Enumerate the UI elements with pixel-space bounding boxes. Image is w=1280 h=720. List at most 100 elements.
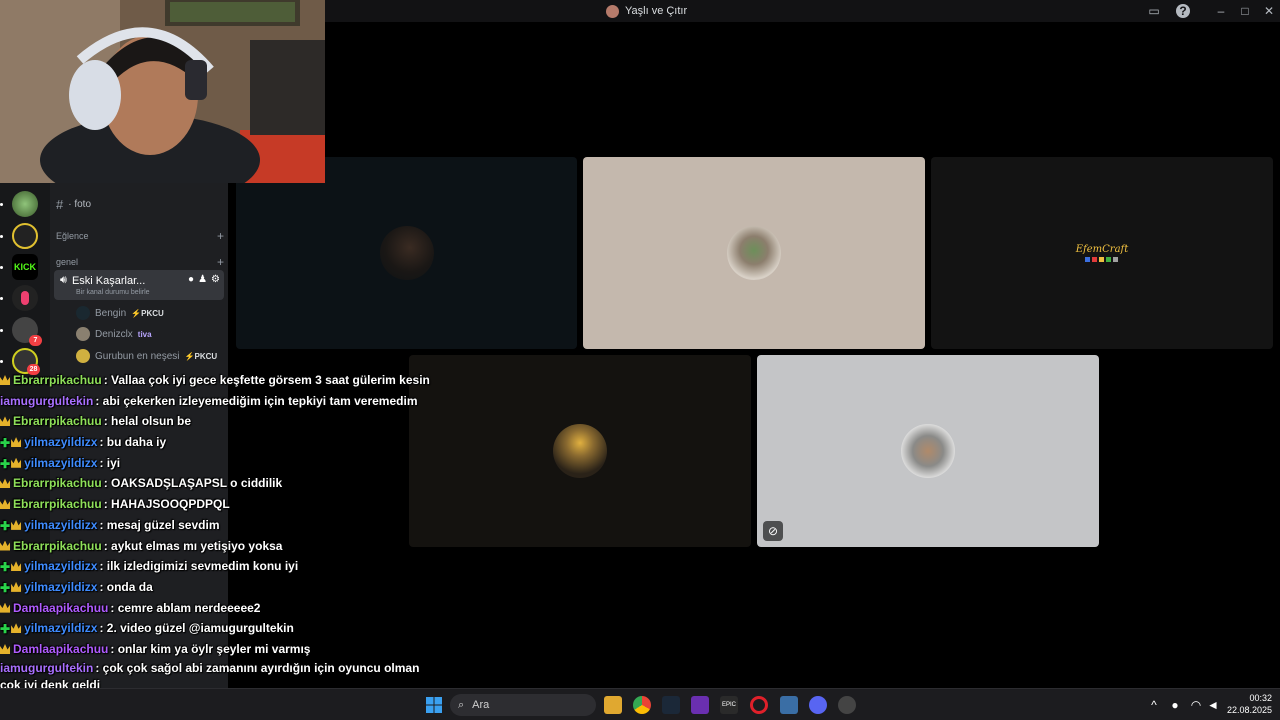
- voice-status[interactable]: Bir kanal durumu belirle: [76, 289, 150, 296]
- epic-games-icon[interactable]: EPIC: [720, 696, 738, 714]
- gaming-server-icon[interactable]: [12, 223, 38, 249]
- chat-text: : aykut elmas mı yetişiyo yoksa: [103, 538, 283, 553]
- chat-icon[interactable]: ●: [188, 274, 194, 285]
- invite-icon[interactable]: ♟: [198, 274, 207, 285]
- app-icon[interactable]: [691, 696, 709, 714]
- chat-username: Ebrarrpikachuu: [13, 497, 102, 512]
- chat-text: : abi çekerken izleyemediğim için tepkiy…: [95, 393, 418, 408]
- crown-badge-icon: [0, 643, 10, 654]
- chat-text: : cemre ablam nerdeeeee2: [110, 600, 261, 615]
- participant-tile-4[interactable]: [409, 355, 751, 547]
- chat-username: yilmazyildizx: [24, 579, 98, 594]
- chat-text: : ilk izledigimizi sevmedim konu iyi: [99, 559, 299, 574]
- participant-tile-2[interactable]: [583, 157, 925, 349]
- file-explorer-icon[interactable]: [604, 696, 622, 714]
- chat-text: : helal olsun be: [103, 414, 192, 429]
- clock-date: 22.08.2025: [1226, 705, 1272, 715]
- chat-username: Damlaapikachuu: [13, 641, 109, 656]
- windows-taskbar: ⌕ Ara EPIC ^ ● ◠ ◄ 00:32 22.08.2025: [0, 688, 1280, 720]
- member-row[interactable]: Gurubun en neşesi ⚡PKCU: [76, 349, 217, 363]
- crown-badge-icon: [0, 478, 10, 489]
- crown-badge-icon: [11, 561, 22, 572]
- chat-username: Ebrarrpikachuu: [13, 476, 102, 491]
- member-avatar: [76, 306, 90, 320]
- chat-message: Damlaapikachuu: cemre ablam nerdeeeee2: [0, 598, 430, 619]
- member-row[interactable]: Denizclx tiva: [76, 327, 152, 341]
- chat-username: yilmazyildizx: [24, 435, 98, 450]
- wifi-icon[interactable]: ◠: [1189, 697, 1203, 713]
- channel-foto[interactable]: # · foto: [56, 197, 91, 212]
- chat-message: ✚ yilmazyildizx: bu daha iy: [0, 432, 430, 453]
- chrome-icon[interactable]: [633, 696, 651, 714]
- server-icon[interactable]: [12, 285, 38, 311]
- participant-tile-1[interactable]: [236, 157, 577, 349]
- hash-icon: #: [56, 197, 64, 212]
- chat-message: ✚ yilmazyildizx: mesaj güzel sevdim: [0, 515, 430, 536]
- chat-text: : bu daha iy: [99, 435, 167, 450]
- participant-tile-5[interactable]: ⊘: [757, 355, 1099, 547]
- chat-username: Ebrarrpikachuu: [13, 414, 102, 429]
- chat-text: : Vallaa çok iyi gece keşfette görsem 3 …: [103, 373, 430, 387]
- chat-username: yilmazyildizx: [24, 517, 98, 532]
- settings-icon[interactable]: ⚙: [211, 274, 220, 285]
- app-icon[interactable]: [838, 696, 856, 714]
- windows-start-icon[interactable]: [425, 696, 443, 714]
- member-name: Bengin: [95, 307, 127, 319]
- add-channel-icon[interactable]: +: [217, 229, 224, 243]
- plus-badge-icon: ✚: [0, 580, 11, 595]
- discord-icon[interactable]: [809, 696, 827, 714]
- chat-message: ✚ yilmazyildizx: 2. video güzel @iamugurg…: [0, 618, 430, 639]
- chat-username: iamugurgultekin: [0, 393, 94, 408]
- opera-icon[interactable]: [750, 696, 768, 714]
- chat-username: yilmazyildizx: [24, 559, 98, 574]
- speaker-icon: 🔊︎: [60, 274, 67, 286]
- server-unread-dot: [0, 235, 3, 238]
- webcam-overlay: [0, 0, 325, 183]
- participant-avatar: [379, 226, 434, 280]
- help-icon[interactable]: ?: [1176, 4, 1190, 18]
- server-icon: [606, 4, 619, 18]
- window-title: Yaşlı ve Çıtır: [606, 3, 687, 19]
- chat-message: ✚ yilmazyildizx: onda da: [0, 577, 430, 598]
- category-eglence[interactable]: Eğlence +: [56, 229, 224, 243]
- chat-username: yilmazyildizx: [24, 455, 98, 470]
- category-genel[interactable]: genel +: [56, 255, 224, 269]
- crown-badge-icon: [0, 540, 10, 551]
- crown-badge-icon: [11, 581, 22, 592]
- plus-badge-icon: ✚: [0, 518, 11, 533]
- voice-channel-name: Eski Kaşarlar...: [71, 274, 146, 287]
- server-icon[interactable]: 7: [12, 317, 42, 346]
- participant-avatar: [727, 226, 781, 280]
- kick-server-icon[interactable]: KICK: [12, 254, 38, 280]
- crown-badge-icon: [0, 416, 10, 427]
- minimize-button[interactable]: –: [1214, 4, 1228, 18]
- tray-expand-icon[interactable]: ^: [1147, 697, 1161, 713]
- member-name: Denizclx: [95, 328, 133, 340]
- efemcraft-logo: EfemCraft: [1076, 244, 1128, 262]
- chat-message: Ebrarrpikachuu: aykut elmas mı yetişiyo …: [0, 536, 430, 557]
- maximize-button[interactable]: □: [1238, 4, 1252, 18]
- crown-badge-icon: [0, 499, 10, 510]
- chat-message: Ebrarrpikachuu: OAKSADŞLAŞAPSL o ciddili…: [0, 473, 430, 494]
- muted-icon: ⊘: [763, 521, 783, 541]
- member-tag: ⚡PKCU: [131, 308, 164, 318]
- taskbar-clock[interactable]: 00:32 22.08.2025: [1227, 692, 1272, 716]
- search-icon: ⌕: [458, 698, 465, 711]
- member-row[interactable]: Bengin ⚡PKCU: [76, 306, 164, 320]
- microphone-icon[interactable]: ●: [1168, 697, 1182, 713]
- app-icon[interactable]: [780, 696, 798, 714]
- inbox-icon[interactable]: ▭: [1147, 4, 1161, 18]
- steam-icon[interactable]: [662, 696, 680, 714]
- voice-channel-active[interactable]: 🔊︎ Eski Kaşarlar... ● ♟ ⚙ Bir kanal duru…: [54, 270, 224, 300]
- add-channel-icon[interactable]: +: [217, 255, 224, 269]
- chat-username: Damlaapikachuu: [13, 600, 109, 615]
- chat-text: : iyi: [99, 455, 121, 470]
- server-icon[interactable]: [12, 191, 38, 217]
- close-button[interactable]: ✕: [1262, 4, 1276, 18]
- chat-username: Ebrarrpikachuu: [13, 373, 102, 387]
- taskbar-search[interactable]: ⌕ Ara: [450, 694, 596, 716]
- member-avatar: [76, 327, 90, 341]
- volume-icon[interactable]: ◄: [1206, 697, 1220, 713]
- mention-badge: 7: [29, 335, 42, 346]
- participant-tile-3[interactable]: EfemCraft: [931, 157, 1273, 349]
